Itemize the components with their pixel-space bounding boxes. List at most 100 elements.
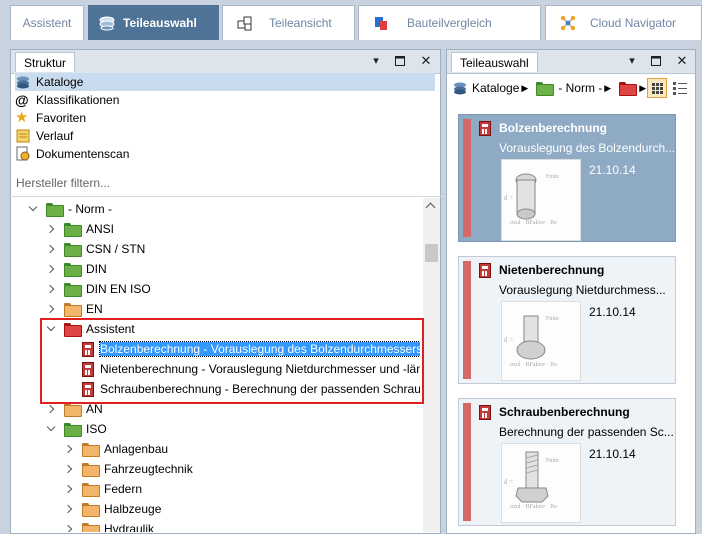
tree-label: AN [86, 402, 103, 416]
tab-label: Assistent [22, 16, 72, 30]
panel-header: Teileauswahl ▾ ✕ [447, 50, 695, 74]
card-accent-bar [463, 403, 471, 521]
expand-toggle-icon[interactable] [64, 504, 74, 514]
tab-assistent[interactable]: Assistent [10, 5, 84, 40]
highlight-box [40, 318, 424, 404]
expand-toggle-icon[interactable] [64, 484, 74, 494]
maximize-icon[interactable] [393, 54, 407, 68]
expand-toggle-icon[interactable] [46, 244, 56, 254]
card-date: 21.10.14 [589, 447, 636, 461]
tab-teileauswahl[interactable]: Teileauswahl [88, 5, 219, 40]
tree-item-din-en-iso[interactable]: DIN EN ISO [46, 280, 151, 298]
grid-view-icon[interactable] [647, 78, 667, 98]
expand-toggle-icon[interactable] [46, 264, 56, 274]
folder-green-icon [46, 203, 64, 217]
folder-orange-icon [82, 503, 100, 517]
tab-label: Teileauswahl [123, 16, 197, 30]
tree-item-federn[interactable]: Federn [64, 480, 142, 498]
tree-label: - Norm - [68, 202, 112, 216]
nav-label: Verlauf [36, 129, 74, 143]
list-view-icon[interactable] [672, 80, 688, 96]
card-subtitle: Vorauslegung Nietdurchmess... [499, 283, 666, 297]
network-icon [560, 15, 576, 31]
part-card-nietenberechnung[interactable]: Nietenberechnung Vorauslegung Nietdurchm… [458, 256, 676, 384]
nav-label: Dokumentenscan [36, 147, 130, 161]
manufacturer-filter-input[interactable]: Hersteller filtern... [16, 176, 110, 190]
tab-label: Bauteilvergleich [407, 16, 492, 30]
tab-bauteilvergleich[interactable]: Bauteilvergleich [358, 5, 541, 40]
folder-red-icon [619, 82, 638, 96]
nav-favoriten[interactable]: ★ Favoriten [15, 109, 86, 127]
star-icon: ★ [15, 109, 29, 126]
tab-cloud-navigator[interactable]: Cloud Navigator [545, 5, 702, 40]
expand-toggle-icon[interactable] [64, 524, 74, 532]
card-title: Schraubenberechnung [499, 405, 630, 419]
tree-item-halbzeuge[interactable]: Halbzeuge [64, 500, 161, 518]
folder-green-icon [64, 423, 82, 437]
tree-label: CSN / STN [86, 242, 146, 256]
tree-item-norm[interactable]: - Norm - [28, 200, 112, 218]
expand-toggle-icon[interactable] [46, 424, 56, 434]
close-icon[interactable]: ✕ [419, 54, 433, 68]
svg-text:d =: d = [504, 336, 513, 344]
pin-dropdown-icon[interactable]: ▾ [369, 54, 383, 68]
nav-kataloge[interactable]: Kataloge [15, 73, 435, 91]
expand-toggle-icon[interactable] [64, 444, 74, 454]
chevron-right-icon[interactable]: ▶ [604, 83, 611, 94]
expand-toggle-icon[interactable] [46, 284, 56, 294]
nav-verlauf[interactable]: Verlauf [15, 127, 73, 145]
scroll-up-icon[interactable] [425, 202, 436, 213]
folder-orange-icon [82, 483, 100, 497]
tree-item-iso[interactable]: ISO [46, 420, 107, 438]
expand-toggle-icon[interactable] [64, 464, 74, 474]
tree-item-anlagenbau[interactable]: Anlagenbau [64, 440, 168, 458]
rivet-thumbnail: Fmin d = σzul · BFaktor · Re [501, 301, 581, 381]
pin-dropdown-icon[interactable]: ▾ [625, 54, 639, 68]
expand-toggle-icon[interactable] [46, 224, 56, 234]
tree-item-hydraulik[interactable]: Hydraulik [64, 520, 154, 532]
close-icon[interactable]: ✕ [675, 54, 689, 68]
breadcrumb-item[interactable]: - Norm - [558, 81, 602, 95]
folder-green-icon [64, 263, 82, 277]
tree-scrollbar[interactable] [423, 198, 440, 532]
nav-klassifikationen[interactable]: @ Klassifikationen [15, 91, 119, 109]
nav-label: Kataloge [36, 75, 84, 89]
scrollbar-thumb[interactable] [425, 244, 438, 262]
parts-stack-icon [99, 15, 115, 31]
card-date: 21.10.14 [589, 305, 636, 319]
maximize-icon[interactable] [649, 54, 663, 68]
tree-item-din[interactable]: DIN [46, 260, 107, 278]
part-card-bolzenberechnung[interactable]: Bolzenberechnung Vorauslegung des Bolzen… [458, 114, 676, 242]
tree-label: Halbzeuge [104, 502, 162, 516]
card-subtitle: Berechnung der passenden Sc... [499, 425, 674, 439]
svg-text:σzul · BFaktor · Re: σzul · BFaktor · Re [510, 220, 557, 226]
tree-label: DIN EN ISO [86, 282, 151, 296]
nav-label: Favoriten [36, 111, 87, 125]
cubes-icon [237, 15, 253, 31]
tree-label: DIN [86, 262, 107, 276]
tree-item-en[interactable]: EN [46, 300, 103, 318]
tree-item-ansi[interactable]: ANSI [46, 220, 114, 238]
expand-toggle-icon[interactable] [46, 304, 56, 314]
breadcrumb-item[interactable]: Kataloge [472, 81, 519, 95]
card-accent-bar [463, 119, 471, 237]
tree-item-fahrzeugtechnik[interactable]: Fahrzeugtechnik [64, 460, 193, 478]
tree-label: Anlagenbau [104, 442, 169, 456]
screw-thumbnail: Fmin d = σzul · BFaktor · Re [501, 443, 581, 523]
catalog-icon [452, 80, 468, 96]
expand-toggle-icon[interactable] [28, 204, 38, 214]
chevron-right-icon[interactable]: ▶ [639, 83, 646, 94]
part-card-schraubenberechnung[interactable]: Schraubenberechnung Berechnung der passe… [458, 398, 676, 526]
folder-green-icon [536, 82, 555, 96]
chevron-right-icon[interactable]: ▶ [521, 83, 528, 94]
card-accent-bar [463, 261, 471, 379]
pin-thumbnail: Fmin d = σzul · BFaktor · Re [501, 159, 581, 241]
svg-text:Fmin: Fmin [546, 458, 559, 464]
expand-toggle-icon[interactable] [46, 404, 56, 414]
tree-item-csn-stn[interactable]: CSN / STN [46, 240, 145, 258]
tab-teileansicht[interactable]: Teileansicht [222, 5, 355, 40]
folder-green-icon [64, 283, 82, 297]
calculator-icon [479, 263, 491, 278]
tree-label: Hydraulik [104, 522, 155, 532]
nav-dokumentenscan[interactable]: Dokumentenscan [15, 145, 129, 163]
